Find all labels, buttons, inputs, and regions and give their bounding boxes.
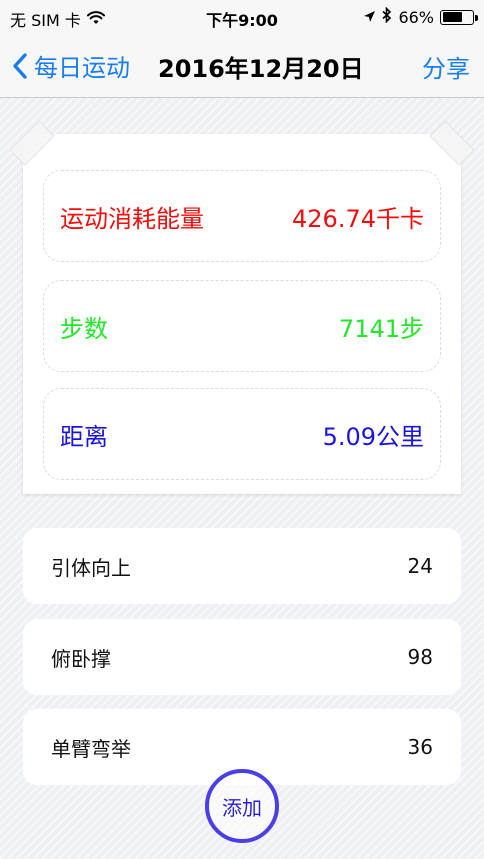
status-right: 66% <box>363 6 478 27</box>
steps-label: 步数 <box>60 314 108 343</box>
share-button[interactable]: 分享 <box>422 49 470 84</box>
add-button-label: 添加 <box>222 795 262 820</box>
calories-value: 426.74千卡 <box>292 204 424 233</box>
distance-stat: 距离 5.09公里 <box>43 388 441 480</box>
back-label: 每日运动 <box>34 54 130 82</box>
distance-label: 距离 <box>60 422 108 451</box>
exercise-name: 引体向上 <box>51 555 131 580</box>
battery-tip <box>475 14 478 21</box>
exercise-row-pull-ups[interactable]: 引体向上 24 <box>23 528 461 604</box>
summary-card: 运动消耗能量 426.74千卡 步数 7141步 距离 5.09公里 <box>9 120 475 494</box>
bluetooth-icon <box>382 6 392 27</box>
add-button[interactable]: 添加 <box>205 769 279 843</box>
tape-decoration <box>9 120 55 166</box>
exercise-name: 俯卧撑 <box>51 646 111 671</box>
distance-value: 5.09公里 <box>322 422 424 451</box>
exercise-row-push-ups[interactable]: 俯卧撑 98 <box>23 619 461 695</box>
chevron-left-icon <box>13 52 27 79</box>
steps-stat: 步数 7141步 <box>43 280 441 372</box>
exercise-count: 24 <box>407 554 433 578</box>
calories-stat: 运动消耗能量 426.74千卡 <box>43 170 441 262</box>
navigation-bar: 每日运动 2016年12月20日 分享 <box>0 34 484 98</box>
exercise-name: 单臂弯举 <box>51 736 131 761</box>
steps-value: 7141步 <box>338 314 424 343</box>
status-bar: 无 SIM 卡 下午9:00 66% <box>0 0 484 34</box>
exercise-count: 36 <box>407 735 433 759</box>
battery-icon <box>440 9 478 25</box>
back-button[interactable]: 每日运动 <box>12 48 130 83</box>
tape-decoration <box>429 120 475 166</box>
battery-percent: 66% <box>398 7 434 27</box>
battery-fill <box>442 12 462 22</box>
calories-label: 运动消耗能量 <box>60 204 204 233</box>
exercise-count: 98 <box>407 645 433 669</box>
page-title: 2016年12月20日 <box>158 55 364 83</box>
location-arrow-icon <box>363 8 376 27</box>
